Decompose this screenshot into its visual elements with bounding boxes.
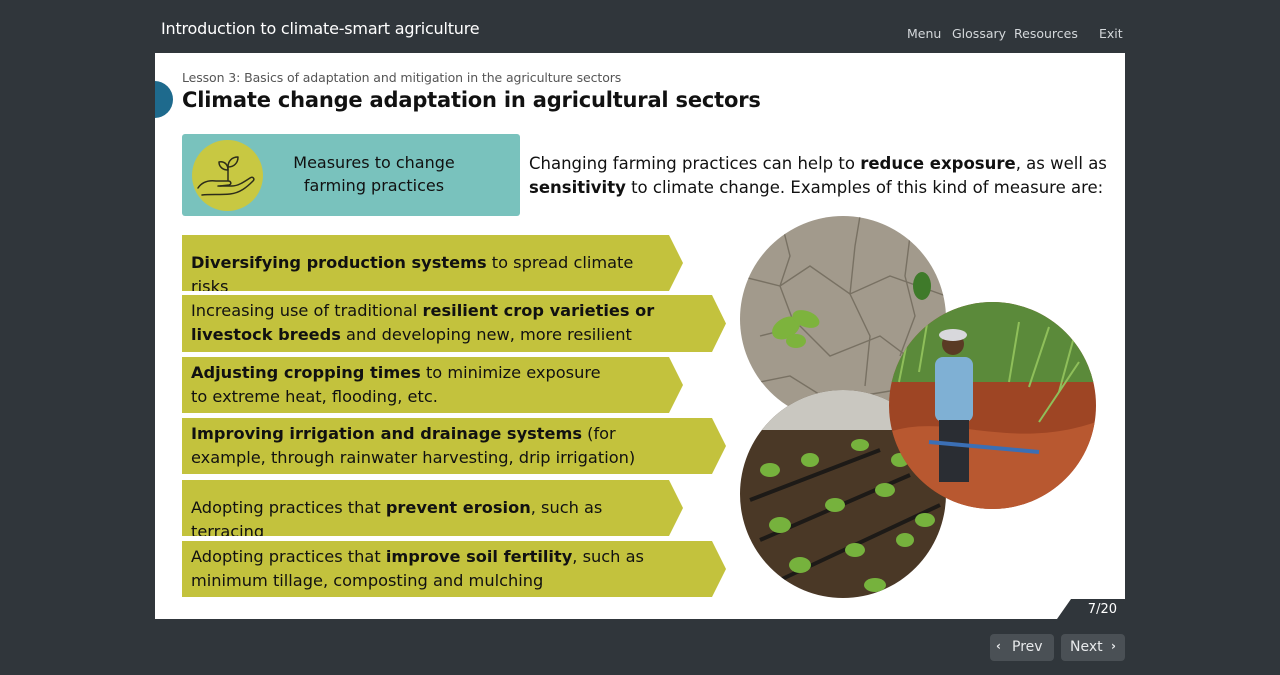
- intro-bold-sensitivity: sensitivity: [529, 178, 626, 197]
- measure-category-label: Measures to change farming practices: [274, 151, 474, 197]
- prev-button-label: Prev: [1012, 639, 1043, 655]
- intro-paragraph: Changing farming practices can help to r…: [529, 152, 1109, 200]
- measure-arrow-prevent-erosion: Adopting practices that prevent erosion,…: [182, 480, 683, 536]
- farmer-terrace-photo: [889, 302, 1096, 509]
- measure-category-box: Measures to change farming practices: [182, 134, 520, 216]
- chevron-right-icon: ›: [1111, 639, 1116, 653]
- measure-bold: improve soil fertility: [385, 547, 573, 566]
- next-button-label: Next: [1070, 639, 1103, 655]
- photo-collage: [740, 216, 1110, 601]
- page-indicator-text: 7/20: [1087, 602, 1117, 617]
- page-title: Climate change adaptation in agricultura…: [182, 88, 761, 112]
- measure-arrow-irrigation: Improving irrigation and drainage system…: [182, 418, 726, 474]
- chevron-left-icon: ‹: [996, 639, 1001, 653]
- measure-arrow-soil-fertility: Adopting practices that improve soil fer…: [182, 541, 726, 597]
- intro-text: , as well as: [1015, 154, 1107, 173]
- lesson-marker: [155, 81, 173, 118]
- slide-content: Lesson 3: Basics of adaptation and mitig…: [155, 53, 1125, 619]
- measure-category-line1: Measures to change: [293, 153, 455, 172]
- measure-text: Increasing use of traditional: [191, 301, 423, 320]
- measure-bold: Diversifying production systems: [191, 253, 487, 272]
- measure-arrow-resilient-varieties: Increasing use of traditional resilient …: [182, 295, 726, 352]
- intro-text: Changing farming practices can help to: [529, 154, 861, 173]
- intro-bold-reduce-exposure: reduce exposure: [860, 154, 1016, 173]
- top-navigation: Menu Glossary Resources Exit: [0, 26, 1280, 42]
- measure-bold: Improving irrigation and drainage system…: [191, 424, 582, 443]
- measure-bold: Adjusting cropping times: [191, 363, 421, 382]
- lesson-subtitle: Lesson 3: Basics of adaptation and mitig…: [182, 70, 622, 85]
- measure-text: Adopting practices that: [191, 498, 386, 517]
- measure-arrow-diversifying: Diversifying production systems to sprea…: [182, 235, 683, 291]
- intro-text: to climate change. Examples of this kind…: [625, 178, 1104, 197]
- measure-arrow-cropping-times: Adjusting cropping times to minimize exp…: [182, 357, 683, 413]
- hand-sprout-icon: [192, 140, 263, 211]
- menu-link[interactable]: Menu: [907, 26, 941, 41]
- measure-category-line2: farming practices: [303, 176, 445, 195]
- glossary-link[interactable]: Glossary: [952, 26, 1006, 41]
- prev-button[interactable]: ‹ Prev: [990, 634, 1054, 661]
- exit-link[interactable]: Exit: [1099, 26, 1123, 41]
- next-button[interactable]: Next ›: [1061, 634, 1125, 661]
- measure-text: Adopting practices that: [191, 547, 386, 566]
- resources-link[interactable]: Resources: [1014, 26, 1078, 41]
- measure-bold: prevent erosion: [385, 498, 531, 517]
